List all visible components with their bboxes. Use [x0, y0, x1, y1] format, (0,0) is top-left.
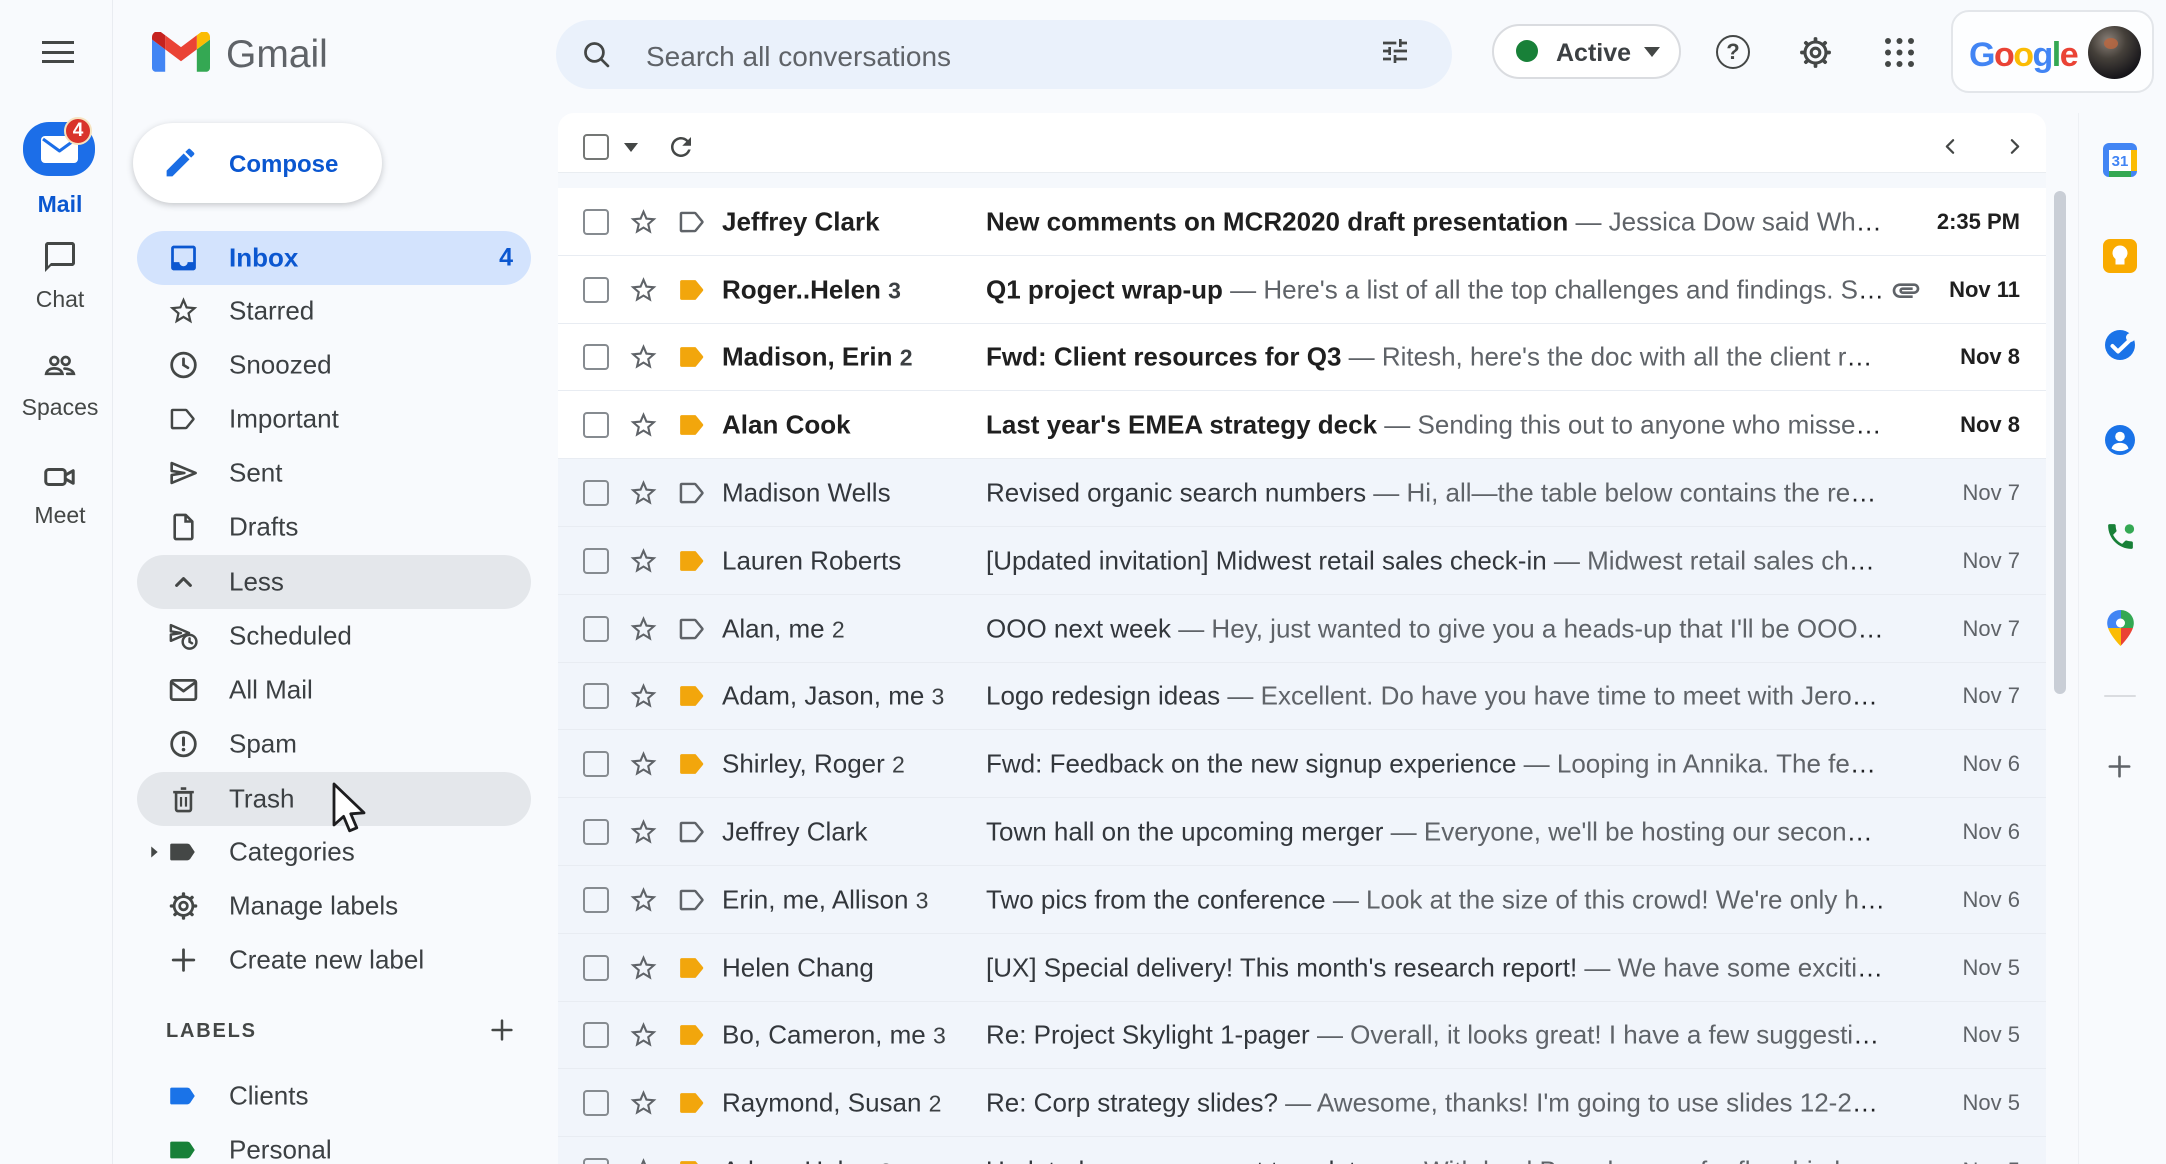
svg-text:31: 31	[2112, 153, 2129, 170]
